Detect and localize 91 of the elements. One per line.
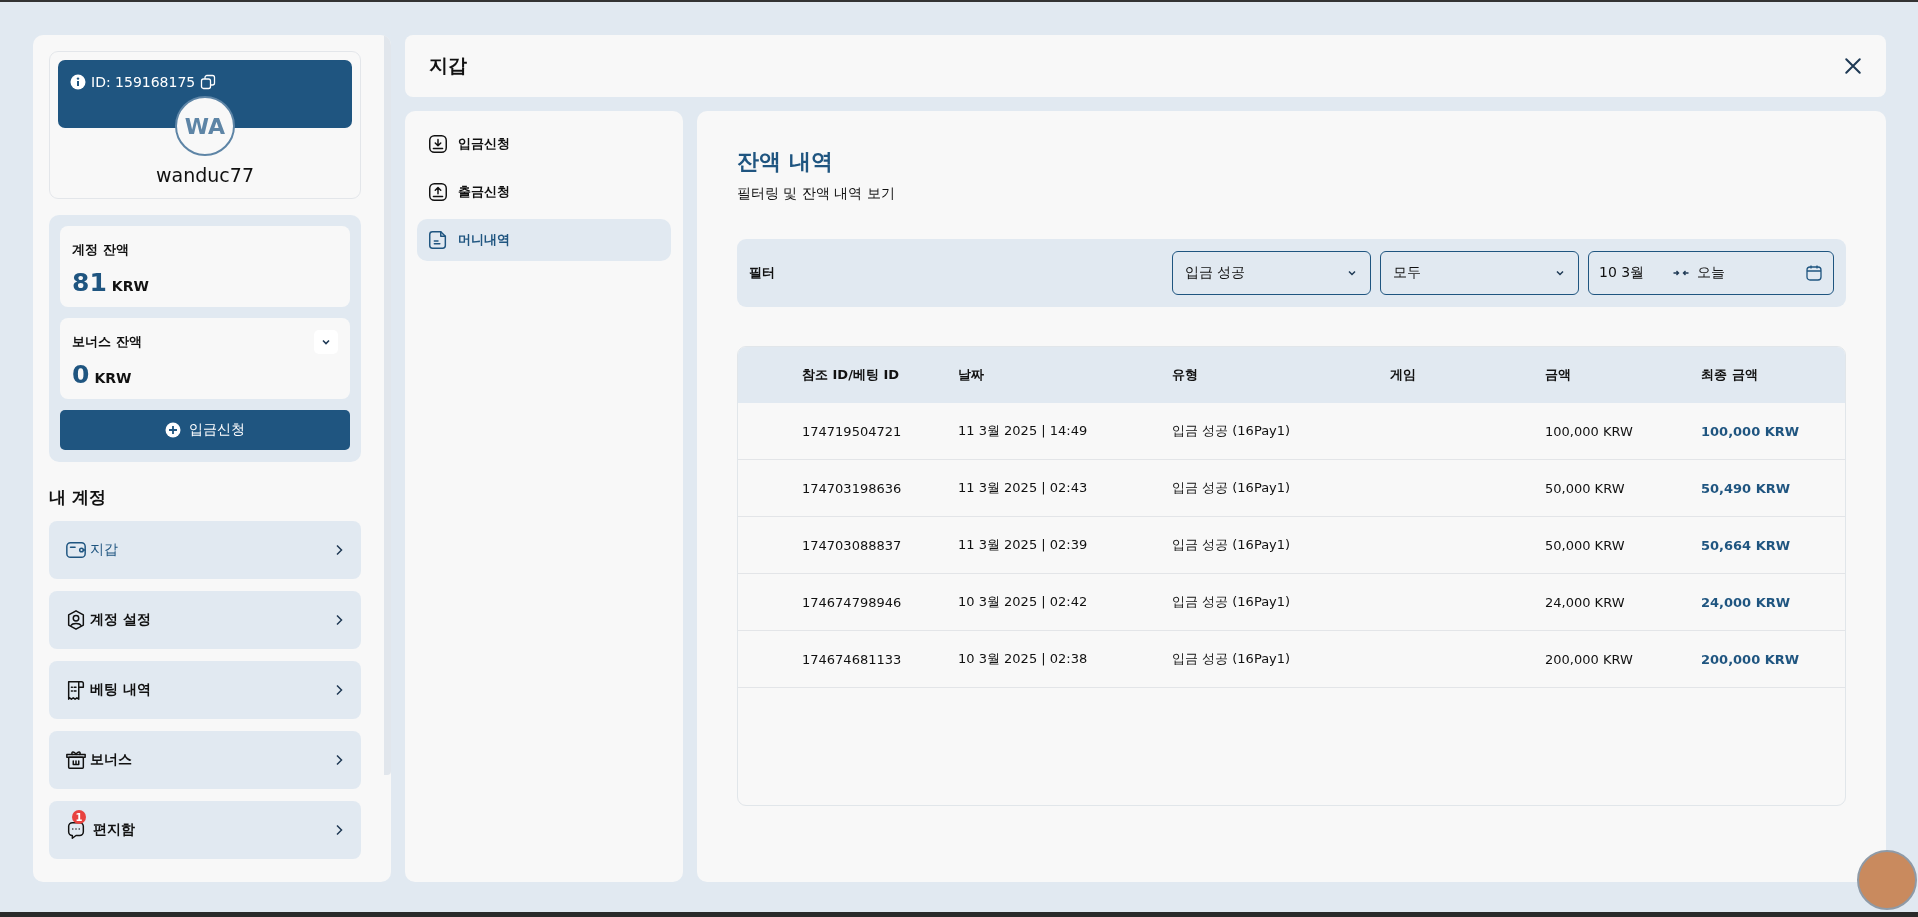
nav-item[interactable]: 출금신청 xyxy=(417,171,671,213)
currency-label: KRW xyxy=(94,370,132,386)
table-cell-text: 11 3월 2025 | 02:39 xyxy=(958,536,1089,554)
table-cell-text: 174719504721 xyxy=(802,422,903,441)
table-cell-text: 50,490 KRW xyxy=(1701,479,1792,498)
dropdown[interactable]: 모두 xyxy=(1380,251,1579,295)
menu-item-label: 계정 설정 xyxy=(90,611,151,629)
date-range-field[interactable]: 10 3월 오늘 xyxy=(1588,251,1834,295)
chevron-right-icon xyxy=(335,824,343,836)
menu-item[interactable]: 1 편지함 xyxy=(49,801,361,859)
table-cell-text: 입금 성공 (16Pay1) xyxy=(1172,536,1292,554)
table-cell-text: 24,000 KRW xyxy=(1545,593,1626,612)
menu-item-label: 보너스 xyxy=(90,751,132,769)
dropdown-value: 입금 성공 xyxy=(1185,264,1246,282)
dropdown-value: 모두 xyxy=(1393,264,1421,282)
balance-label: 보너스 잔액 xyxy=(72,333,142,351)
menu-item[interactable]: 지갑 xyxy=(49,521,361,579)
receipt-icon xyxy=(65,679,87,701)
section-title: 잔액 내역 xyxy=(737,148,834,176)
menu-item[interactable]: 계정 설정 xyxy=(49,591,361,649)
table-cell-text: 입금 성공 (16Pay1) xyxy=(1172,650,1292,668)
currency-label: KRW xyxy=(111,278,149,294)
table-cell-text: 200,000 KRW xyxy=(1545,650,1634,669)
column-header: 날짜 xyxy=(958,366,985,384)
avatar-initials: WA xyxy=(175,96,235,156)
nav-item-label: 입금신청 xyxy=(458,135,510,153)
table-cell-text: 100,000 KRW xyxy=(1701,422,1801,441)
section-heading: 내 계정 xyxy=(49,486,107,509)
table-cell-text: 174703088837 xyxy=(802,536,903,555)
column-header: 참조 ID/베팅 ID xyxy=(802,366,901,384)
nav-item[interactable]: 입금신청 xyxy=(417,123,671,165)
section-subtitle: 필터링 및 잔액 내역 보기 xyxy=(737,185,896,203)
menu-item-label: 베팅 내역 xyxy=(90,681,151,699)
window-title: 지갑 xyxy=(429,53,467,78)
table-cell-text: 11 3월 2025 | 02:43 xyxy=(958,479,1089,497)
table-cell-text: 입금 성공 (16Pay1) xyxy=(1172,593,1292,611)
nav-item[interactable]: 머니내역 xyxy=(417,219,671,261)
table-cell-text: 입금 성공 (16Pay1) xyxy=(1172,479,1292,497)
close-icon[interactable] xyxy=(1842,55,1864,77)
column-header: 게임 xyxy=(1390,366,1417,384)
deposit-button[interactable]: 입금신청 xyxy=(60,410,350,450)
chat-bubble-icon xyxy=(65,819,87,841)
date-from: 10 3월 xyxy=(1599,264,1646,282)
table-cell-text: 200,000 KRW xyxy=(1701,650,1801,669)
balance-label: 계정 잔액 xyxy=(72,241,129,259)
arrows-icon xyxy=(1673,269,1689,277)
table-cell-text: 입금 성공 (16Pay1) xyxy=(1172,422,1292,440)
calendar-icon xyxy=(1805,264,1823,282)
table-cell-text: 10 3월 2025 | 02:38 xyxy=(958,650,1089,668)
wallet-icon xyxy=(65,539,87,561)
column-header: 금액 xyxy=(1545,366,1572,384)
table-cell-text: 50,000 KRW xyxy=(1545,536,1626,555)
table-cell-text: 11 3월 2025 | 14:49 xyxy=(958,422,1089,440)
column-header: 최종 금액 xyxy=(1701,366,1759,384)
notification-badge: 1 xyxy=(72,810,86,824)
upload-icon xyxy=(427,181,449,203)
chevron-right-icon xyxy=(335,614,343,626)
table-cell-text: 174674798946 xyxy=(802,593,903,612)
gift-icon xyxy=(65,749,87,771)
balance-amount: 0 xyxy=(72,360,90,389)
download-icon xyxy=(427,133,449,155)
table-cell-text: 24,000 KRW xyxy=(1701,593,1792,612)
menu-item[interactable]: 베팅 내역 xyxy=(49,661,361,719)
user-badge-icon xyxy=(65,609,87,631)
column-header: 유형 xyxy=(1172,366,1199,384)
table-cell-text: 174703198636 xyxy=(802,479,903,498)
info-icon xyxy=(70,74,86,90)
dropdown[interactable]: 입금 성공 xyxy=(1172,251,1371,295)
chevron-right-icon xyxy=(335,754,343,766)
nav-item-label: 출금신청 xyxy=(458,183,510,201)
menu-item-label: 지갑 xyxy=(90,541,118,559)
menu-item-label: 편지함 xyxy=(93,821,135,839)
date-to: 오늘 xyxy=(1697,264,1726,282)
table-cell-text: 10 3월 2025 | 02:42 xyxy=(958,593,1089,611)
assistant-avatar-photo[interactable] xyxy=(1857,850,1917,910)
table-cell-text: 174674681133 xyxy=(802,650,903,669)
chevron-right-icon xyxy=(335,544,343,556)
menu-item[interactable]: 보너스 xyxy=(49,731,361,789)
table-cell-text: 50,664 KRW xyxy=(1701,536,1792,555)
copy-icon[interactable] xyxy=(200,74,217,90)
balance-amount: 81 xyxy=(72,268,107,297)
nav-item-label: 머니내역 xyxy=(458,231,510,249)
filter-label: 필터 xyxy=(749,264,775,282)
table-cell-text: 100,000 KRW xyxy=(1545,422,1634,441)
username: wanduc77 xyxy=(156,164,254,186)
plus-icon xyxy=(165,422,181,438)
table-cell-text: 50,000 KRW xyxy=(1545,479,1626,498)
document-icon xyxy=(427,229,449,251)
user-id-text: ID: 159168175 xyxy=(91,74,196,90)
chevron-right-icon xyxy=(335,684,343,696)
expand-toggle[interactable] xyxy=(314,330,338,354)
